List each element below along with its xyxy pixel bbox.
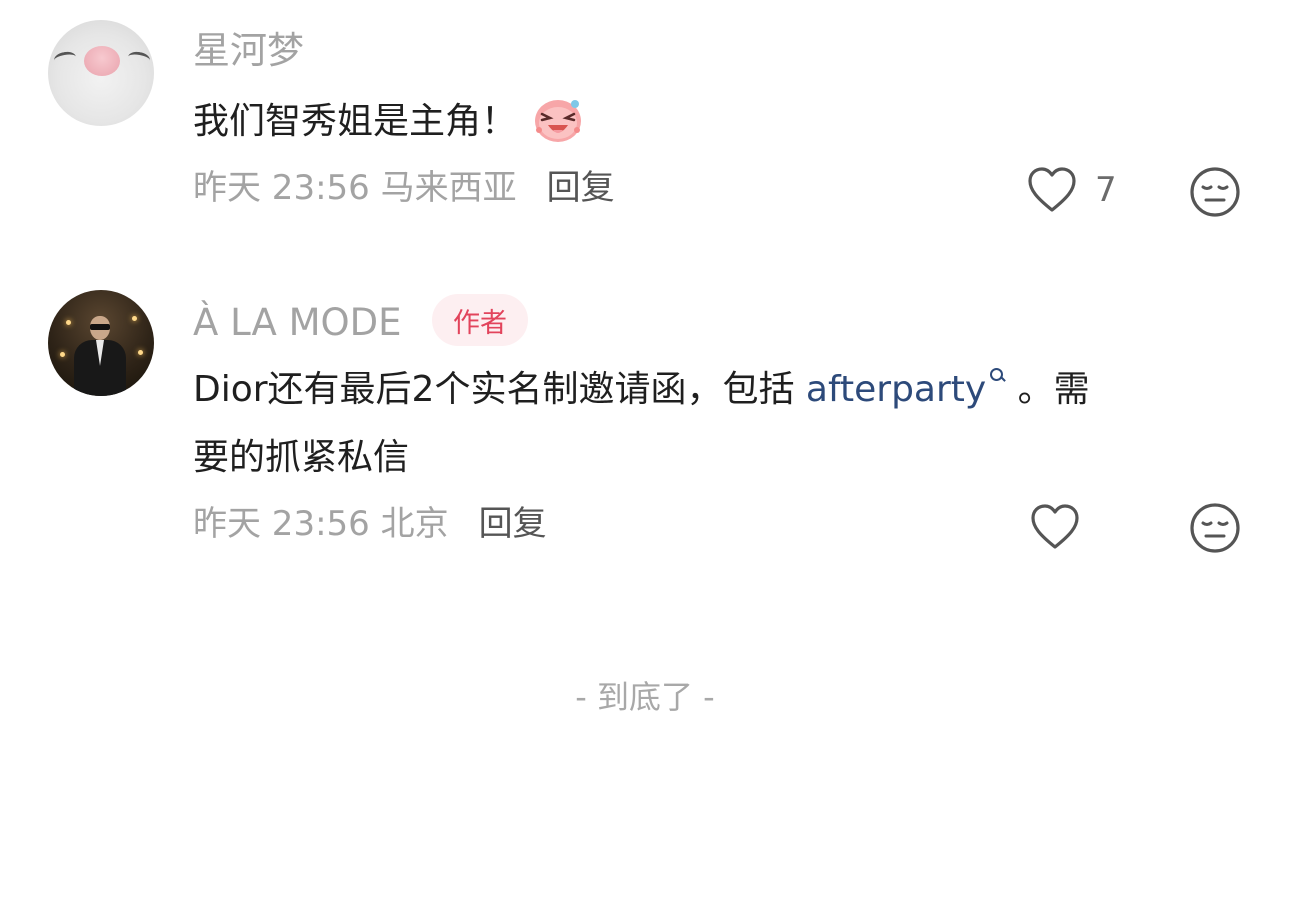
author-badge: 作者	[432, 294, 528, 346]
comment-text-part: 。需	[1006, 369, 1090, 410]
dislike-face-icon[interactable]	[1189, 166, 1241, 218]
reply-button[interactable]: 回复	[479, 504, 547, 544]
laughing-pink-face-emoji	[535, 100, 582, 142]
end-of-list-label: - 到底了 -	[575, 678, 715, 716]
comment-meta: 昨天 23:56 马来西亚 回复	[193, 171, 615, 205]
background-light	[66, 320, 71, 325]
avatar[interactable]	[48, 290, 154, 396]
search-link[interactable]: afterparty	[805, 366, 1007, 410]
comment-meta: 昨天 23:56 北京 回复	[193, 507, 547, 541]
comment-text-body: 我们智秀姐是主角！	[193, 101, 518, 142]
avatar[interactable]	[48, 20, 154, 126]
heart-icon	[1031, 504, 1079, 549]
comment-text-line2: 要的抓紧私信	[193, 437, 410, 478]
timestamp-location: 昨天 23:56 马来西亚	[193, 168, 517, 208]
reply-button[interactable]: 回复	[547, 168, 615, 208]
like-count: 7	[1095, 170, 1117, 210]
avatar-eye	[127, 50, 151, 67]
heart-icon	[1028, 167, 1076, 212]
comment-text-part: Dior还有最后2个实名制邀请函，包括	[193, 369, 806, 410]
like-button[interactable]: 7	[1027, 166, 1117, 214]
username[interactable]: 星河梦	[193, 32, 304, 69]
avatar-nose	[84, 46, 120, 76]
comment-text: 我们智秀姐是主角！	[193, 88, 585, 156]
avatar-eye	[53, 50, 77, 67]
background-light	[132, 316, 137, 321]
background-light	[138, 350, 143, 355]
dislike-face-icon[interactable]	[1189, 502, 1241, 554]
search-link-text: afterparty	[805, 369, 987, 410]
timestamp-location: 昨天 23:56 北京	[193, 504, 449, 544]
comment-text: Dior还有最后2个实名制邀请函，包括 afterparty 。需	[193, 356, 1090, 424]
username[interactable]: À LA MODE	[193, 304, 402, 341]
search-icon	[988, 366, 1007, 386]
like-button[interactable]	[1030, 503, 1098, 551]
avatar-glasses	[90, 324, 110, 330]
background-light	[60, 352, 65, 357]
